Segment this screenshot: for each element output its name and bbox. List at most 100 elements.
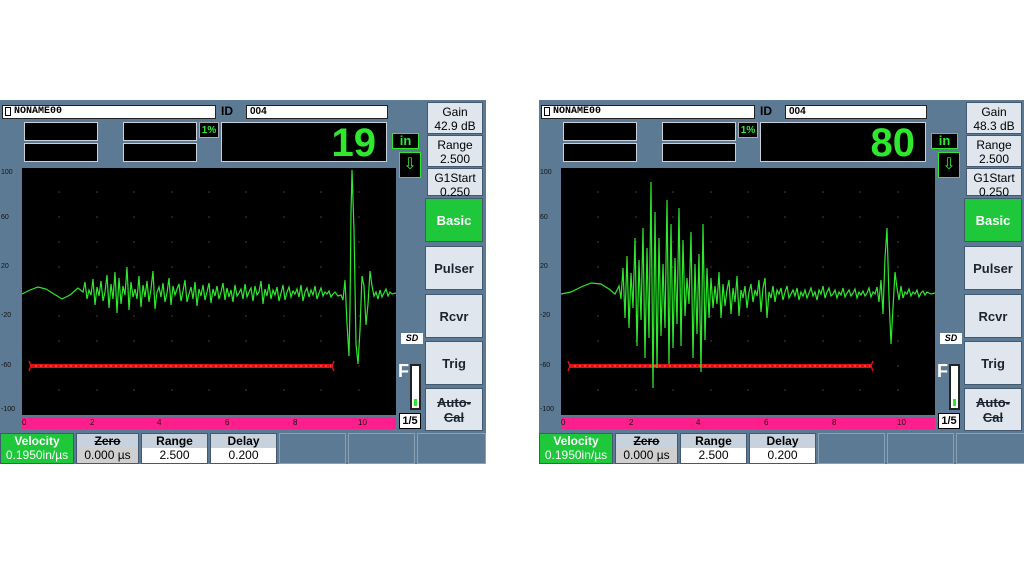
x-tick: 6 (225, 418, 230, 427)
menu-basic[interactable]: Basic (425, 198, 483, 242)
range-param-label: Range (681, 434, 746, 448)
file-icon (544, 107, 550, 116)
gain-value: 48.3 dB (973, 119, 1015, 133)
gain-label: Gain (981, 105, 1007, 119)
x-tick: 4 (696, 418, 701, 427)
filename-text: NONAME00 (14, 106, 63, 117)
delay-param[interactable]: Delay 0.200 (210, 433, 277, 464)
percent-indicator: 1% (199, 122, 219, 138)
filename-field[interactable]: NONAME00 (2, 105, 216, 119)
y-tick: 60 (1, 214, 9, 221)
y-tick: 20 (540, 263, 548, 270)
x-tick: 2 (90, 418, 95, 427)
range-label: Range (976, 138, 1012, 152)
range-param[interactable]: Range 2.500 (141, 433, 208, 464)
x-tick: 4 (157, 418, 162, 427)
velocity-param[interactable]: Velocity 0.1950in/µs (539, 433, 613, 464)
velocity-label: Velocity (1, 434, 73, 448)
param-slot-empty[interactable] (348, 433, 415, 464)
menu-rcvr[interactable]: Rcvr (425, 294, 483, 338)
y-tick: -60 (540, 362, 551, 369)
zero-label: Zero (77, 434, 138, 448)
gain-value: 42.9 dB (434, 119, 476, 133)
param-slot-empty[interactable] (279, 433, 346, 464)
gain-button[interactable]: Gain 48.3 dB (966, 102, 1022, 134)
id-label: ID (760, 104, 772, 118)
x-tick: 0 (22, 418, 27, 427)
file-icon (5, 107, 11, 116)
delay-label: Delay (211, 434, 276, 448)
menu-basic[interactable]: Basic (964, 198, 1022, 242)
gain-button[interactable]: Gain 42.9 dB (427, 102, 483, 134)
id-field[interactable]: 004 (785, 105, 927, 119)
range-value: 2.500 (439, 152, 471, 166)
param-slot-empty[interactable] (818, 433, 885, 464)
probe-icon: ⇩ (399, 152, 421, 178)
range-param-label: Range (142, 434, 207, 448)
g1start-button[interactable]: G1Start 0.250 (966, 168, 1022, 199)
range-button[interactable]: Range 2.500 (966, 135, 1022, 167)
x-tick: 10 (897, 418, 906, 427)
a-scan-trace (561, 181, 935, 389)
y-tick: -100 (540, 406, 555, 413)
zero-param[interactable]: Zero 0.000 µs (76, 433, 139, 464)
battery-meter (410, 364, 421, 410)
velocity-value: 0.1950in/µs (544, 448, 608, 462)
g1start-button[interactable]: G1Start 0.250 (427, 168, 483, 199)
percent-indicator: 1% (738, 122, 758, 138)
y-tick: -20 (540, 312, 551, 319)
g1start-value: 0.250 (439, 185, 471, 199)
zero-value: 0.000 µs (77, 448, 138, 463)
menu-rcvr[interactable]: Rcvr (964, 294, 1022, 338)
delay-value: 0.200 (767, 448, 798, 462)
menu-trig[interactable]: Trig (425, 341, 483, 385)
amplitude-value: 80 (870, 121, 916, 165)
x-tick: 6 (764, 418, 769, 427)
range-button[interactable]: Range 2.500 (427, 135, 483, 167)
menu-autocal[interactable]: Auto- Cal (964, 388, 1022, 431)
velocity-param[interactable]: Velocity 0.1950in/µs (0, 433, 74, 464)
param-slot-empty[interactable] (887, 433, 954, 464)
range-param[interactable]: Range 2.500 (680, 433, 747, 464)
freeze-indicator: F (937, 361, 948, 381)
param-slot-empty[interactable] (956, 433, 1024, 464)
range-label: Range (437, 138, 473, 152)
a-scan-plot (561, 168, 935, 415)
page-indicator[interactable]: 1/5 (399, 413, 421, 429)
velocity-label: Velocity (540, 434, 612, 448)
range-value: 2.500 (978, 152, 1010, 166)
y-tick: 60 (540, 214, 548, 221)
filename-field[interactable]: NONAME00 (541, 105, 755, 119)
range-param-value: 2.500 (698, 448, 729, 462)
delay-value: 0.200 (228, 448, 259, 462)
x-tick: 0 (561, 418, 566, 427)
gain-label: Gain (442, 105, 468, 119)
reading-box-3 (123, 122, 197, 141)
reading-box-3 (662, 122, 736, 141)
y-tick: 100 (1, 169, 13, 176)
probe-icon: ⇩ (938, 152, 960, 178)
units-indicator: in (392, 133, 419, 149)
autocal-label-1: Auto- (437, 395, 471, 410)
zero-value: 0.000 µs (616, 448, 677, 463)
menu-pulser[interactable]: Pulser (425, 246, 483, 290)
autocal-label-2: Cal (443, 410, 465, 425)
menu-autocal[interactable]: Auto- Cal (425, 388, 483, 431)
autocal-label-1: Auto- (976, 395, 1010, 410)
reading-box-4 (123, 143, 197, 162)
delay-label: Delay (750, 434, 815, 448)
x-tick: 8 (832, 418, 837, 427)
x-tick: 8 (293, 418, 298, 427)
reading-box-1 (24, 122, 98, 141)
a-scan-plot (22, 168, 396, 415)
page-indicator[interactable]: 1/5 (938, 413, 960, 429)
delay-param[interactable]: Delay 0.200 (749, 433, 816, 464)
sd-card-indicator: SD (940, 333, 962, 344)
id-field[interactable]: 004 (246, 105, 388, 119)
reading-box-2 (24, 143, 98, 162)
zero-param[interactable]: Zero 0.000 µs (615, 433, 678, 464)
menu-pulser[interactable]: Pulser (964, 246, 1022, 290)
reading-box-4 (662, 143, 736, 162)
menu-trig[interactable]: Trig (964, 341, 1022, 385)
param-slot-empty[interactable] (417, 433, 486, 464)
